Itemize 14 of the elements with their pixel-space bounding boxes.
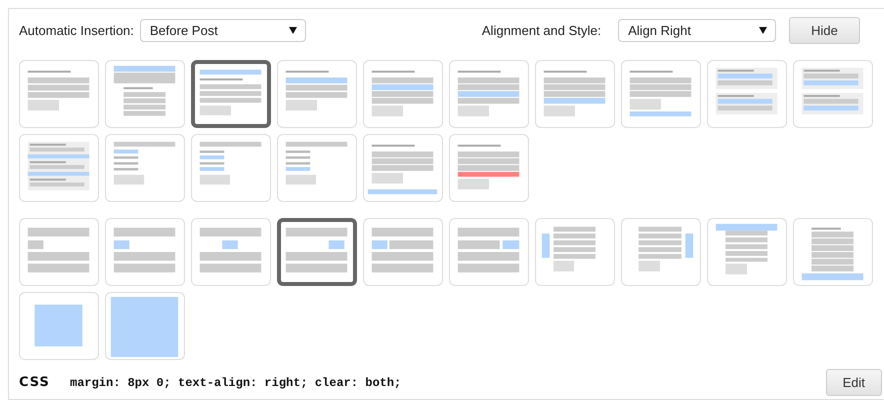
caret-icon [288, 27, 297, 34]
caret-icon [759, 27, 768, 34]
dropdown[interactable]: Align Right [618, 19, 776, 42]
field-label: Alignment and Style: [482, 23, 602, 38]
css-code: margin: 8px 0; text-align: right; clear: both; [70, 376, 402, 390]
hide-button[interactable]: Hide [789, 17, 860, 44]
dropdown[interactable]: Before Post [140, 19, 306, 42]
layout-option[interactable] [277, 218, 357, 286]
dropdown-value: Align Right [628, 23, 691, 38]
css-label: CSS [19, 375, 51, 390]
layout-option[interactable] [191, 60, 271, 128]
field-label: Automatic Insertion: [19, 23, 134, 38]
edit-button[interactable]: Edit [826, 369, 882, 396]
dropdown-value: Before Post [150, 23, 218, 38]
